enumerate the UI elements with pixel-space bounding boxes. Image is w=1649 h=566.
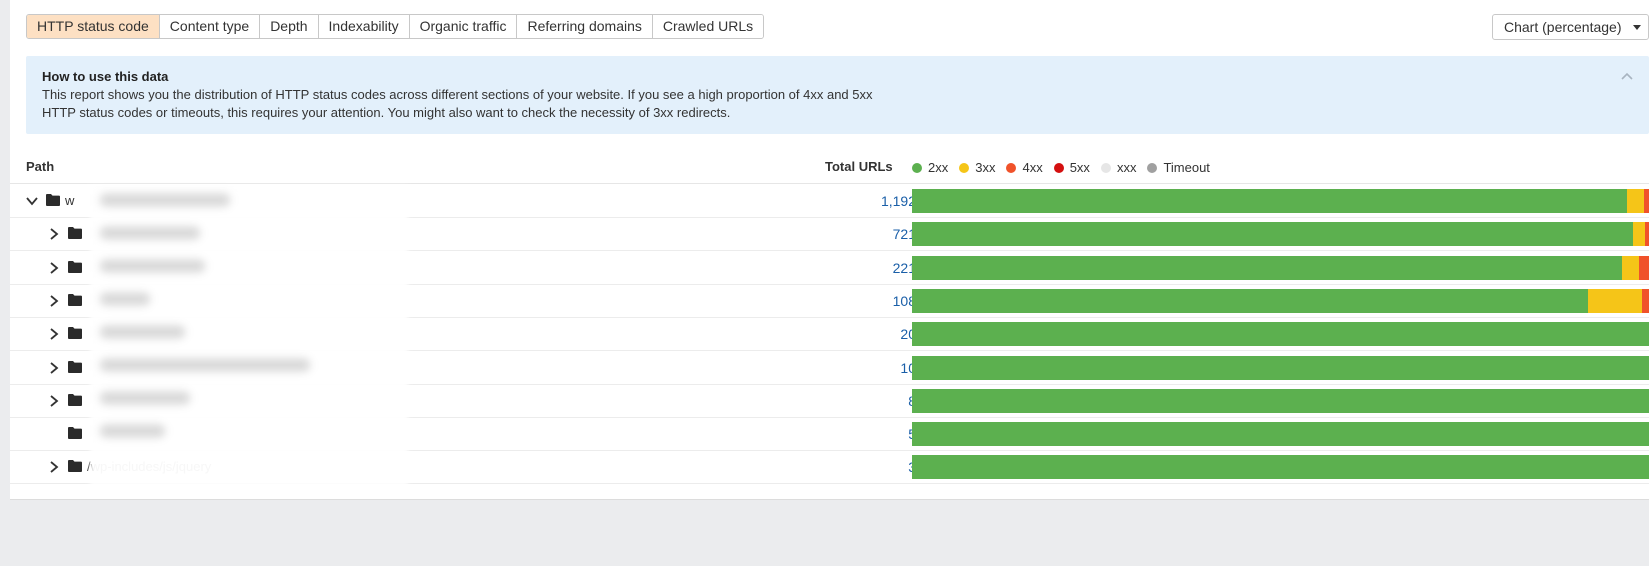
chevron-up-icon[interactable] bbox=[1619, 68, 1635, 84]
bar-segment-4xx bbox=[1645, 222, 1649, 247]
tab-organic-traffic[interactable]: Organic traffic bbox=[409, 15, 518, 38]
status-distribution-bar[interactable] bbox=[912, 322, 1649, 347]
chevron-right-icon[interactable] bbox=[48, 261, 60, 274]
legend-label: 5xx bbox=[1069, 160, 1090, 175]
chart-mode-select[interactable]: Chart (percentage) bbox=[1492, 14, 1649, 40]
status-distribution-bar[interactable] bbox=[912, 455, 1649, 480]
folder-icon bbox=[46, 194, 60, 206]
status-distribution-bar[interactable] bbox=[912, 255, 1649, 280]
folder-icon bbox=[68, 260, 82, 273]
legend-item-5xx[interactable]: 5xx bbox=[1053, 160, 1090, 175]
legend-label: 3xx bbox=[975, 160, 996, 175]
tab-content-type[interactable]: Content type bbox=[159, 15, 261, 38]
folder-icon bbox=[68, 393, 82, 406]
table-header: Path Total URLs 2xx 3xx 4xx 5xx xxx Timeout bbox=[10, 152, 1649, 184]
legend-dot-icon bbox=[1006, 162, 1017, 173]
bar-segment-2xx bbox=[912, 455, 1649, 480]
chevron-right-icon[interactable] bbox=[48, 461, 60, 474]
tab-depth[interactable]: Depth bbox=[260, 15, 319, 38]
chevron-right-icon[interactable] bbox=[48, 295, 60, 307]
bar-segment-4xx bbox=[1643, 189, 1649, 213]
folder-icon bbox=[68, 460, 82, 473]
legend-label: 4xx bbox=[1022, 160, 1043, 175]
legend-dot-icon bbox=[1053, 162, 1064, 173]
status-distribution-bar[interactable] bbox=[912, 189, 1649, 213]
legend-item-xxx[interactable]: xxx bbox=[1100, 160, 1137, 175]
status-distribution-bar[interactable] bbox=[912, 222, 1649, 247]
bar-segment-4xx bbox=[1639, 255, 1649, 280]
bar-segment-3xx bbox=[1632, 222, 1646, 247]
status-distribution-bar[interactable] bbox=[912, 355, 1649, 380]
redaction-blur bbox=[90, 186, 408, 486]
info-title: How to use this data bbox=[42, 69, 169, 84]
bar-segment-2xx bbox=[912, 255, 1623, 280]
legend-item-4xx[interactable]: 4xx bbox=[1006, 160, 1043, 175]
row-total-urls[interactable]: 1,192 bbox=[881, 193, 916, 209]
bar-segment-3xx bbox=[1626, 189, 1644, 213]
chart-mode-label: Chart (percentage) bbox=[1504, 19, 1622, 35]
bar-segment-2xx bbox=[912, 355, 1649, 380]
bar-segment-4xx bbox=[1642, 288, 1649, 313]
legend-dot-icon bbox=[912, 162, 922, 173]
legend-label: xxx bbox=[1116, 160, 1137, 175]
bar-segment-2xx bbox=[912, 322, 1649, 347]
legend-dot-icon bbox=[1147, 162, 1158, 173]
legend-item-timeout[interactable]: Timeout bbox=[1147, 160, 1210, 175]
legend-item-2xx[interactable]: 2xx bbox=[912, 160, 948, 175]
chevron-right-icon[interactable] bbox=[48, 395, 60, 407]
info-text: This report shows you the distribution o… bbox=[42, 87, 873, 120]
report-panel: HTTP status code Content type Depth Indexab… bbox=[10, 0, 1649, 500]
bar-segment-2xx bbox=[912, 189, 1627, 213]
status-distribution-bar[interactable] bbox=[912, 422, 1649, 447]
row-path[interactable]: w bbox=[65, 193, 74, 208]
folder-icon bbox=[68, 427, 82, 440]
bar-segment-2xx bbox=[912, 388, 1649, 413]
status-legend: 2xx 3xx 4xx 5xx xxx Timeout bbox=[912, 160, 1221, 175]
status-distribution-bar[interactable] bbox=[912, 288, 1649, 313]
bar-segment-3xx bbox=[1622, 255, 1640, 280]
chevron-right-icon[interactable] bbox=[48, 228, 60, 240]
legend-dot-icon bbox=[1100, 162, 1111, 173]
legend-label: 2xx bbox=[928, 160, 949, 175]
folder-icon bbox=[68, 293, 82, 306]
column-path[interactable]: Path bbox=[26, 159, 54, 174]
bar-segment-2xx bbox=[912, 422, 1649, 447]
caret-down-icon bbox=[1633, 25, 1641, 30]
chevron-down-icon[interactable] bbox=[26, 195, 38, 207]
folder-icon bbox=[68, 227, 82, 240]
tab-http-status-code[interactable]: HTTP status code bbox=[27, 15, 160, 38]
folder-icon bbox=[68, 360, 82, 373]
tab-crawled-urls[interactable]: Crawled URLs bbox=[652, 15, 764, 38]
chevron-right-icon[interactable] bbox=[48, 361, 60, 374]
legend-item-3xx[interactable]: 3xx bbox=[959, 160, 995, 175]
status-distribution-bar[interactable] bbox=[912, 388, 1649, 413]
tab-referring-domains[interactable]: Referring domains bbox=[517, 15, 653, 38]
bar-segment-2xx bbox=[912, 222, 1633, 247]
bar-segment-3xx bbox=[1587, 288, 1643, 313]
legend-label: Timeout bbox=[1163, 160, 1210, 175]
bar-segment-2xx bbox=[912, 288, 1588, 313]
chevron-right-icon[interactable] bbox=[48, 328, 60, 340]
report-tabs: HTTP status code Content type Depth Indexab… bbox=[26, 14, 765, 39]
legend-dot-icon bbox=[959, 162, 970, 173]
column-total-urls[interactable]: Total URLs bbox=[825, 159, 893, 174]
tab-indexability[interactable]: Indexability bbox=[318, 15, 410, 38]
folder-icon bbox=[68, 327, 82, 340]
how-to-use-box: How to use this data This report shows y… bbox=[26, 56, 1649, 134]
